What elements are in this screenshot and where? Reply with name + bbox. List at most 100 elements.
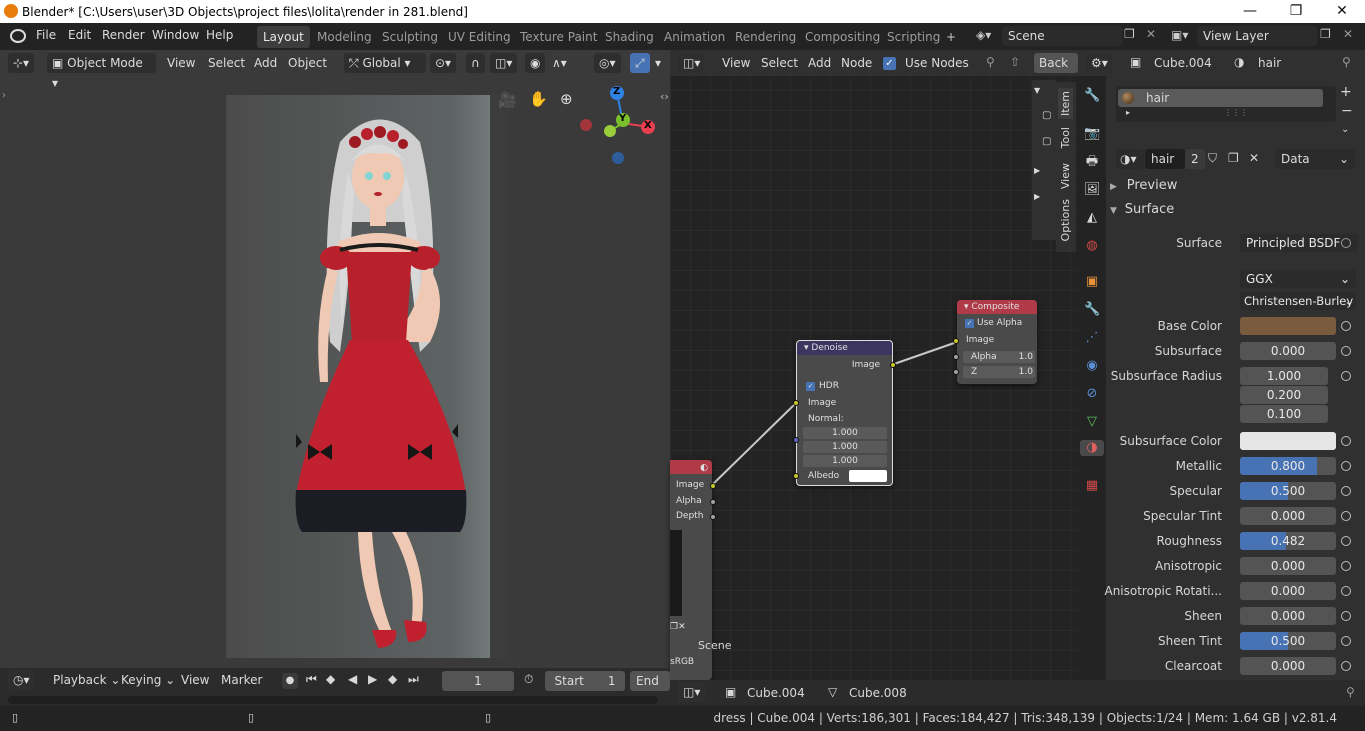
surface-panel-header[interactable]: ▼ Surface xyxy=(1110,202,1360,224)
editor-type-icon[interactable]: ⊹▾ xyxy=(8,53,35,73)
subsurface-radius-socket-icon[interactable] xyxy=(1341,371,1351,381)
viewport-menu-object[interactable]: Object xyxy=(283,53,332,73)
roughness-slider[interactable]: 0.482 xyxy=(1240,532,1336,550)
material-link-dropdown[interactable]: Data ⌄ xyxy=(1275,149,1355,169)
remove-material-slot-button[interactable]: − xyxy=(1341,103,1353,119)
tab-modeling[interactable]: Modeling xyxy=(311,26,378,48)
denoise-normal-socket[interactable] xyxy=(793,437,799,443)
composite-z-socket[interactable] xyxy=(953,369,959,375)
material-slot-row[interactable]: hair xyxy=(1118,89,1323,107)
sheen-socket-icon[interactable] xyxy=(1341,611,1351,621)
duplicate-material-icon[interactable]: ❐ xyxy=(1228,151,1239,165)
scene-tab-icon[interactable]: ◭ xyxy=(1084,210,1100,226)
preview-range-icon[interactable]: ⏱ xyxy=(524,672,533,687)
slot-specials-dropdown-icon[interactable]: ⌄ xyxy=(1341,124,1349,135)
composite-alpha-socket[interactable] xyxy=(953,354,959,360)
visibility-icon[interactable]: ◎▾ xyxy=(594,53,621,73)
denoise-node[interactable]: ▾ Denoise Image ✓ HDR Image Normal: 1.00… xyxy=(793,340,896,486)
particles-tab-icon[interactable]: ⋰ xyxy=(1084,330,1100,346)
end-frame-field[interactable]: End xyxy=(630,671,670,691)
maximize-button[interactable]: ❐ xyxy=(1273,0,1319,23)
timeline-editor-type-icon[interactable]: ◷▾ xyxy=(8,670,35,690)
denoise-image-socket[interactable] xyxy=(793,400,799,406)
fake-user-icon[interactable]: ⛉ xyxy=(1208,151,1217,166)
render-layers-scene-icons[interactable]: ❐✕ xyxy=(670,622,686,632)
view-layer-icon[interactable]: ▣▾ xyxy=(1171,28,1188,42)
normal-x-field[interactable]: 1.000 xyxy=(803,427,887,439)
composite-z-field[interactable]: Z 1.0 xyxy=(963,366,1035,378)
minimize-button[interactable]: — xyxy=(1227,0,1273,23)
prev-keyframe-button[interactable]: ◆ xyxy=(326,672,335,686)
subsurface-color-swatch[interactable] xyxy=(1240,432,1336,450)
base-color-swatch[interactable] xyxy=(1240,317,1336,335)
use-alpha-checkbox[interactable]: ✓ xyxy=(965,319,974,328)
next-keyframe-button[interactable]: ◆ xyxy=(388,672,397,686)
tab-texture-paint[interactable]: Texture Paint xyxy=(514,26,603,48)
subsurface-color-socket-icon[interactable] xyxy=(1341,436,1351,446)
add-workspace-button[interactable]: + xyxy=(940,26,962,48)
modifiers-tab-icon[interactable]: 🔧 xyxy=(1084,302,1100,318)
normal-y-field[interactable]: 1.000 xyxy=(803,441,887,453)
play-reverse-button[interactable]: ◀ xyxy=(348,672,357,686)
clearcoat-socket-icon[interactable] xyxy=(1341,661,1351,671)
render-layers-colorspace[interactable]: sRGB xyxy=(670,657,694,667)
node-editor[interactable]: ◫▾ View Select Add Node ✓ Use Nodes ⚲ ⇧ … xyxy=(670,50,1078,680)
roughness-socket-icon[interactable] xyxy=(1341,536,1351,546)
menu-edit[interactable]: Edit xyxy=(68,28,91,42)
scene-name-field[interactable]: Scene xyxy=(1002,26,1122,46)
render-layers-image-socket[interactable] xyxy=(710,483,716,489)
composite-node[interactable]: ▾ Composite ✓ Use Alpha Image Alpha 1.0 Z… xyxy=(953,300,1037,384)
constraints-tab-icon[interactable]: ⊘ xyxy=(1084,386,1100,402)
proportional-edit-icon[interactable]: ◉ xyxy=(525,53,546,73)
material-user-count[interactable]: 2 xyxy=(1185,149,1205,169)
subsurface-socket-icon[interactable] xyxy=(1341,346,1351,356)
slot-list-expand-icon[interactable]: ▸ xyxy=(1126,108,1130,117)
anisotropic-slider[interactable]: 0.000 xyxy=(1240,557,1336,575)
anisotropic-socket-icon[interactable] xyxy=(1341,561,1351,571)
camera-view-icon[interactable]: 🎥 xyxy=(498,91,517,109)
hdr-checkbox[interactable]: ✓ xyxy=(806,382,815,391)
subsurface-radius-z[interactable]: 0.100 xyxy=(1240,405,1328,423)
base-color-socket-icon[interactable] xyxy=(1341,321,1351,331)
object-mode-dropdown[interactable]: ▣ Object Mode ▾ xyxy=(47,53,156,90)
clearcoat-slider[interactable]: 0.000 xyxy=(1240,657,1336,675)
toolbar-expand-arrow-icon[interactable]: › xyxy=(2,90,6,101)
world-tab-icon[interactable]: ◍ xyxy=(1084,238,1100,254)
properties-editor-type-icon[interactable]: ⚙▾ xyxy=(1086,53,1113,73)
tab-sculpting[interactable]: Sculpting xyxy=(376,26,444,48)
specular-slider[interactable]: 0.500 xyxy=(1240,482,1336,500)
preview-panel-header[interactable]: ▶ Preview xyxy=(1110,178,1360,200)
data-tab-icon[interactable]: ▽ xyxy=(1084,414,1100,430)
jump-end-button[interactable]: ⏭ xyxy=(408,672,419,687)
pan-hand-icon[interactable]: ✋ xyxy=(529,90,548,108)
anisotropic-rotation-slider[interactable]: 0.000 xyxy=(1240,582,1336,600)
tool-tab-icon[interactable]: 🔧 xyxy=(1084,88,1100,104)
tab-compositing[interactable]: Compositing xyxy=(799,26,886,48)
unlink-material-icon[interactable]: ✕ xyxy=(1249,151,1259,165)
view-layer-field[interactable]: View Layer xyxy=(1197,26,1317,46)
gizmo-dropdown-icon[interactable]: ▾ xyxy=(650,53,666,73)
slot-list-grip-icon[interactable]: ⋮⋮⋮ xyxy=(1224,108,1248,117)
delete-view-layer-icon[interactable]: ✕ xyxy=(1343,27,1353,41)
jump-start-button[interactable]: ⏮ xyxy=(306,672,317,687)
object-tab-icon[interactable]: ▣ xyxy=(1084,274,1100,290)
timeline-menu-view[interactable]: View xyxy=(176,670,214,690)
footer-editor-type-icon[interactable]: ◫▾ xyxy=(678,682,706,702)
delete-scene-icon[interactable]: ✕ xyxy=(1146,27,1156,41)
physics-tab-icon[interactable]: ◉ xyxy=(1084,358,1100,374)
transform-orientation-dropdown[interactable]: ⤱ Global ▾ xyxy=(344,53,426,73)
tab-layout[interactable]: Layout xyxy=(257,26,310,48)
play-button[interactable]: ▶ xyxy=(368,672,377,686)
blender-menu-icon[interactable] xyxy=(10,29,26,43)
distribution-dropdown[interactable]: GGX ⌄ xyxy=(1240,270,1356,288)
gizmo-toggle-icon[interactable]: ⤢ xyxy=(630,53,650,73)
subsurface-radius-y[interactable]: 0.200 xyxy=(1240,386,1328,404)
timeline-menu-marker[interactable]: Marker xyxy=(216,670,267,690)
menu-window[interactable]: Window xyxy=(152,28,199,42)
tab-rendering[interactable]: Rendering xyxy=(729,26,802,48)
view-layer-tab-icon[interactable]: 🖼 xyxy=(1084,182,1101,198)
new-scene-icon[interactable]: ❐ xyxy=(1124,27,1135,41)
snap-icon[interactable]: ∩ xyxy=(466,53,485,73)
3d-viewport[interactable]: ⊹▾ ▣ Object Mode ▾ View Select Add Objec… xyxy=(0,50,670,668)
start-frame-field[interactable]: Start 1 xyxy=(545,671,625,691)
